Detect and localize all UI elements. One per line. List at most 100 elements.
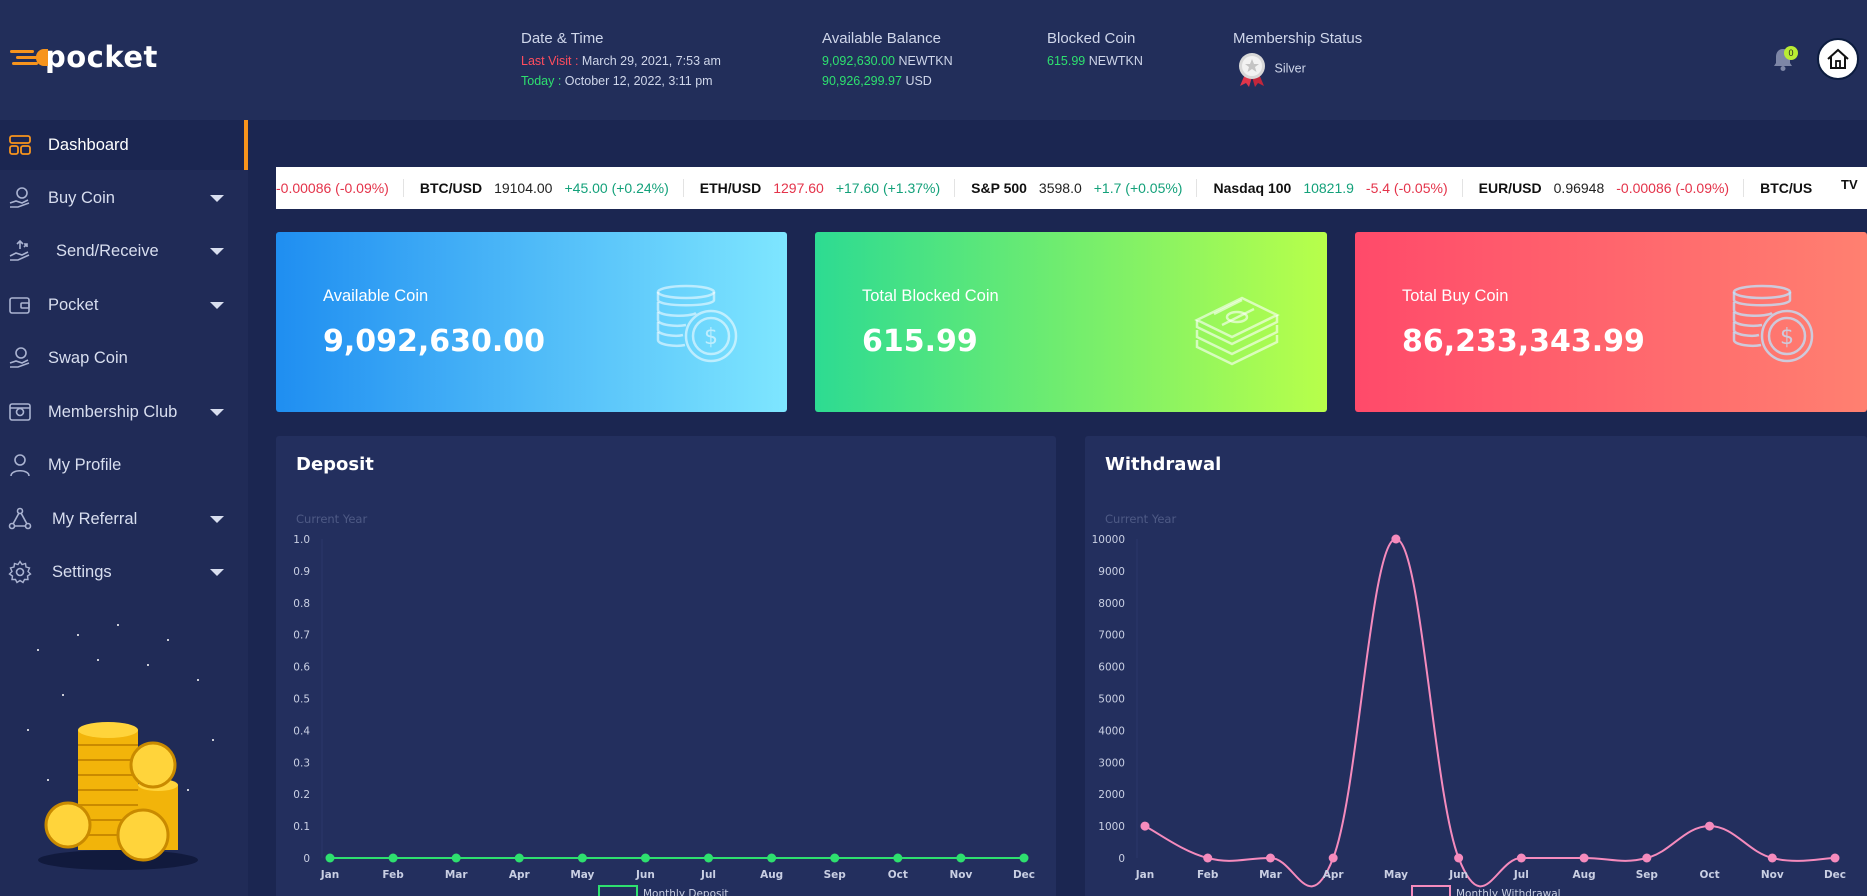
- today-value: October 12, 2022, 3:11 pm: [564, 74, 713, 88]
- sidebar-item-pocket[interactable]: Pocket: [0, 280, 248, 330]
- data-point: [1767, 853, 1777, 863]
- brand-logo[interactable]: pocket: [10, 40, 158, 74]
- ticker-item[interactable]: BTC/US: [1744, 179, 1838, 197]
- data-point: [1328, 853, 1338, 863]
- deposit-chart[interactable]: Deposit Current Year 1.0 0.9 0.8 0.7 0.6 0.5 0.4…: [276, 436, 1056, 896]
- x-tick-label: Dec: [1013, 869, 1035, 881]
- ticker-item[interactable]: ETH/USD 1297.60 +17.60 (+1.37%): [684, 179, 956, 197]
- series-line: [1144, 537, 1836, 888]
- data-point: [767, 853, 777, 863]
- available-balance-block: Available Balance 9,092,630.00 NEWTKN 90…: [822, 30, 953, 94]
- home-button[interactable]: [1817, 38, 1859, 80]
- x-tick-label: Mar: [445, 869, 469, 881]
- top-header: pocket Date & Time Last Visit : March 29…: [0, 0, 1867, 120]
- date-time-block: Date & Time Last Visit : March 29, 2021,…: [521, 30, 721, 94]
- ticker-change: +17.60 (+1.37%): [835, 180, 941, 196]
- sidebar-item-swap-coin[interactable]: Swap Coin: [0, 333, 248, 383]
- chart-title: Withdrawal: [1105, 454, 1221, 475]
- sidebar-item-my-referral[interactable]: My Referral: [0, 494, 248, 544]
- y-tick-label: 4000: [1098, 725, 1125, 737]
- sidebar-item-settings[interactable]: Settings: [0, 547, 248, 597]
- hand-coin-icon: [9, 187, 30, 208]
- y-tick-label: 3000: [1098, 757, 1125, 769]
- data-point: [830, 853, 840, 863]
- coin-stack-icon: $: [1732, 284, 1814, 363]
- y-tick-label: 0.6: [293, 662, 310, 674]
- y-tick-label: 0.3: [293, 757, 310, 769]
- y-tick-label: 0: [1118, 853, 1125, 865]
- data-point: [388, 853, 398, 863]
- chart-subtitle: Current Year: [1105, 512, 1176, 526]
- chevron-down-icon: [210, 515, 224, 523]
- data-point: [1265, 853, 1275, 863]
- ticker-change: -0.00086 (-0.09%): [276, 180, 389, 196]
- chevron-down-icon: [210, 301, 224, 309]
- y-tick-label: 0.1: [293, 821, 310, 833]
- data-point: [1579, 853, 1589, 863]
- data-point: [1454, 853, 1464, 863]
- sidebar-item-send-receive[interactable]: Send/Receive: [0, 226, 248, 276]
- chevron-down-icon: [210, 408, 224, 416]
- legend-swatch: [1411, 885, 1451, 896]
- brand-name: pocket: [45, 40, 158, 74]
- ticker-item[interactable]: Nasdaq 100 10821.9 -5.4 (-0.05%): [1197, 179, 1463, 197]
- x-tick-label: Aug: [1573, 869, 1596, 881]
- card-label: Total Blocked Coin: [862, 287, 999, 305]
- sidebar-item-buy-coin[interactable]: Buy Coin: [0, 173, 248, 223]
- ticker-price: 19104.00: [494, 180, 553, 196]
- withdrawal-panel: Withdrawal Current Year 10000 9000 8000 7000 6…: [1085, 436, 1867, 896]
- data-point: [1140, 821, 1150, 831]
- y-tick-label: 2000: [1098, 789, 1125, 801]
- x-tick-label: Jul: [700, 869, 716, 881]
- sidebar-item-membership-club[interactable]: Membership Club: [0, 387, 248, 437]
- user-icon: [10, 454, 30, 477]
- data-point: [956, 853, 966, 863]
- y-tick-label: 8000: [1098, 598, 1125, 610]
- logo-speed-mark: [10, 45, 48, 69]
- svg-text:$: $: [704, 325, 718, 350]
- x-tick-label: Apr: [1323, 869, 1345, 881]
- legend-label: Monthly Withdrawal: [1456, 888, 1561, 896]
- ticker-item[interactable]: S&P 500 3598.0 +1.7 (+0.05%): [955, 179, 1198, 197]
- data-point: [1391, 534, 1401, 544]
- available-coin-card: Available Coin 9,092,630.00 $: [276, 232, 787, 412]
- ticker-price: 3598.0: [1038, 180, 1082, 196]
- ticker-item[interactable]: EUR/USD 0.96948 -0.00086 (-0.09%): [1463, 179, 1745, 197]
- sidebar-item-label: Swap Coin: [48, 348, 128, 367]
- available-balance-title: Available Balance: [822, 30, 941, 47]
- ticker-symbol: BTC/USD: [419, 180, 483, 196]
- ticker-item[interactable]: BTC/USD 19104.00 +45.00 (+0.24%): [404, 179, 684, 197]
- blocked-coin-title: Blocked Coin: [1047, 30, 1136, 47]
- ticker-change: -0.00086 (-0.09%): [1616, 180, 1730, 196]
- deposit-panel: Deposit Current Year 1.0 0.9 0.8 0.7 0.6 0.5 0.4…: [276, 436, 1056, 896]
- ticker-item[interactable]: -0.00086 (-0.09%): [276, 179, 404, 197]
- x-tick-label: Jul: [1513, 869, 1529, 881]
- chart-title: Deposit: [296, 454, 374, 475]
- data-point: [1705, 821, 1715, 831]
- withdrawal-chart[interactable]: WithdrawalCurrent Year100009000800070006…: [1085, 436, 1867, 896]
- data-point: [1203, 853, 1213, 863]
- blocked-coin-amount: 615.99: [1047, 54, 1086, 68]
- sidebar-item-my-profile[interactable]: My Profile: [0, 440, 248, 490]
- data-point: [1642, 853, 1652, 863]
- dashboard-icon: [9, 135, 31, 155]
- card-label: Available Coin: [323, 287, 429, 305]
- ticker-change: -5.4 (-0.05%): [1365, 180, 1448, 196]
- chevron-down-icon: [210, 568, 224, 576]
- cash-stack-icon: [1194, 296, 1280, 366]
- tradingview-logo-icon[interactable]: TV: [1841, 177, 1863, 197]
- x-tick-label: Jun: [635, 869, 655, 881]
- y-tick-label: 1000: [1098, 821, 1125, 833]
- gold-coins-illustration: [27, 624, 214, 870]
- price-ticker[interactable]: -0.00086 (-0.09%) BTC/USD 19104.00 +45.0…: [276, 167, 1867, 209]
- y-tick-label: 5000: [1098, 694, 1125, 706]
- data-point: [1019, 853, 1029, 863]
- home-icon: [1827, 48, 1849, 69]
- sidebar-item-label: My Profile: [48, 455, 122, 474]
- x-tick-label: May: [570, 869, 594, 881]
- x-tick-label: Sep: [1636, 869, 1659, 881]
- data-point: [451, 853, 461, 863]
- data-point: [514, 853, 524, 863]
- sidebar-item-dashboard[interactable]: Dashboard: [0, 120, 248, 170]
- x-tick-label: Jun: [1448, 869, 1468, 881]
